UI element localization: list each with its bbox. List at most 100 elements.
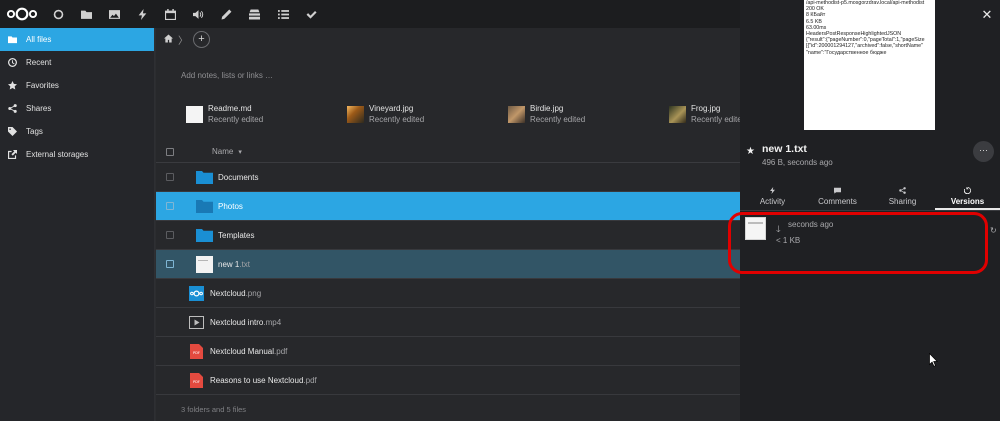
activity-icon[interactable] [134, 6, 150, 22]
folder-icon [196, 169, 213, 186]
home-icon[interactable] [164, 33, 173, 45]
sidebar-item-label: External storages [26, 150, 89, 159]
breadcrumb-separator-icon: 〉 [178, 35, 188, 47]
tab-sharing[interactable]: Sharing [870, 186, 935, 210]
nextcloud-logo-icon [188, 285, 205, 302]
folder-icon [196, 227, 213, 244]
new-file-button[interactable]: + [193, 30, 210, 48]
sidebar-item-tags[interactable]: Tags [0, 120, 154, 143]
table-row[interactable]: new 1.txt [156, 250, 740, 279]
sidebar-item-label: Tags [26, 127, 43, 136]
deck-icon[interactable] [246, 6, 262, 22]
svg-text:PDF: PDF [193, 380, 200, 384]
table-row[interactable]: Templates [156, 221, 740, 250]
sidebar-item-all-files[interactable]: All files [0, 28, 154, 51]
recent-file-status: Recently edited [369, 115, 425, 124]
breadcrumb: 〉 + [156, 28, 740, 50]
restore-version-icon[interactable]: ↻ [990, 226, 997, 235]
text-file-icon [196, 255, 213, 273]
select-all-checkbox[interactable] [166, 147, 174, 156]
table-row[interactable]: PDF Nextcloud Manual.pdf [156, 337, 740, 366]
recent-file-name: Vineyard.jpg [369, 104, 414, 113]
svg-text:PDF: PDF [193, 351, 200, 355]
files-icon[interactable] [78, 6, 94, 22]
image-thumbnail [669, 105, 686, 123]
table-row[interactable]: Nextcloud.png [156, 279, 740, 308]
clock-icon [7, 57, 18, 68]
recent-file-name: Frog.jpg [691, 104, 721, 113]
sidebar-item-recent[interactable]: Recent [0, 51, 154, 74]
restore-icon [963, 187, 972, 197]
list-icon[interactable] [275, 6, 291, 22]
files-main-content: 〉 + Add notes, lists or links … Readme.m… [156, 28, 746, 421]
file-name: Photos [218, 201, 243, 211]
folder-icon [7, 34, 18, 45]
tab-activity[interactable]: Activity [740, 186, 805, 210]
notes-icon[interactable] [218, 6, 234, 22]
file-name: Templates [218, 230, 255, 240]
notes-input[interactable]: Add notes, lists or links … [181, 71, 273, 80]
file-preview: /api-methodist-p5.mosgorzdrav.local/api-… [804, 0, 935, 130]
star-icon [7, 80, 18, 91]
row-checkbox[interactable] [166, 173, 174, 181]
details-tabs: Activity Comments Sharing Versions [740, 186, 1000, 211]
name-column-header[interactable]: Name [212, 147, 233, 156]
more-actions-button[interactable]: ··· [973, 141, 994, 162]
sidebar-item-label: Recent [26, 58, 52, 67]
file-thumbnail [186, 105, 203, 123]
file-name: new 1.txt [218, 259, 251, 269]
file-list-header: Name ▾ [156, 141, 740, 163]
tab-label: Activity [759, 197, 786, 206]
table-row[interactable]: Documents [156, 163, 740, 192]
video-file-icon [188, 314, 205, 331]
file-name: Nextcloud.png [210, 288, 262, 298]
row-checkbox[interactable] [166, 202, 174, 210]
photos-icon[interactable] [106, 6, 122, 22]
recent-file-status: Recently edited [208, 115, 264, 124]
pdf-file-icon: PDF [188, 372, 205, 389]
tab-versions[interactable]: Versions [935, 186, 1000, 210]
table-row[interactable]: Photos [156, 192, 740, 221]
recent-file-status: Recently edited [691, 115, 747, 124]
file-name: Reasons to use Nextcloud.pdf [210, 375, 317, 385]
folder-icon [196, 198, 213, 215]
file-list-summary: 3 folders and 5 files [181, 405, 247, 414]
preview-line: "name":"Государственное бюдже [806, 49, 887, 56]
row-checkbox[interactable] [166, 260, 174, 268]
file-name: Documents [218, 172, 259, 182]
close-icon[interactable]: ✕ [980, 8, 994, 22]
recent-file-vineyard[interactable]: Vineyard.jpg Recently edited [347, 103, 508, 125]
image-thumbnail [508, 105, 525, 123]
external-icon [7, 149, 18, 160]
audio-icon[interactable] [190, 6, 206, 22]
file-list: Documents Photos Templates new 1.txt Nex… [156, 163, 740, 395]
table-row[interactable]: Nextcloud intro.mp4 [156, 308, 740, 337]
sidebar-item-label: All files [26, 35, 52, 44]
sidebar-item-shares[interactable]: Shares [0, 97, 154, 120]
file-name: Nextcloud intro.mp4 [210, 317, 282, 327]
sidebar-item-favorites[interactable]: Favorites [0, 74, 154, 97]
recent-files: Readme.md Recently edited Vineyard.jpg R… [186, 103, 830, 125]
preview-line: /api-methodist-p5.mosgorzdrav.local/api-… [806, 0, 925, 6]
tab-comments[interactable]: Comments [805, 186, 870, 210]
recent-file-name: Readme.md [208, 104, 252, 113]
tab-label: Comments [818, 197, 857, 206]
table-row[interactable]: PDF Reasons to use Nextcloud.pdf [156, 366, 740, 395]
row-checkbox[interactable] [166, 231, 174, 239]
calendar-icon[interactable] [162, 6, 178, 22]
tasks-icon[interactable] [303, 6, 319, 22]
file-name: Nextcloud Manual.pdf [210, 346, 288, 356]
share-icon [899, 187, 906, 197]
recent-file-name: Birdie.jpg [530, 104, 564, 113]
recent-file-readme[interactable]: Readme.md Recently edited [186, 103, 347, 125]
file-title: new 1.txt [762, 143, 807, 155]
dashboard-icon[interactable] [50, 6, 66, 22]
sort-icon[interactable]: ▾ [238, 148, 242, 156]
image-thumbnail [347, 105, 364, 123]
favorite-star-icon[interactable]: ★ [746, 146, 755, 157]
mouse-cursor-icon [929, 353, 938, 367]
recent-file-birdie[interactable]: Birdie.jpg Recently edited [508, 103, 669, 125]
comment-icon [834, 187, 841, 197]
sidebar-item-external-storages[interactable]: External storages [0, 143, 154, 166]
nextcloud-logo[interactable] [6, 6, 38, 22]
